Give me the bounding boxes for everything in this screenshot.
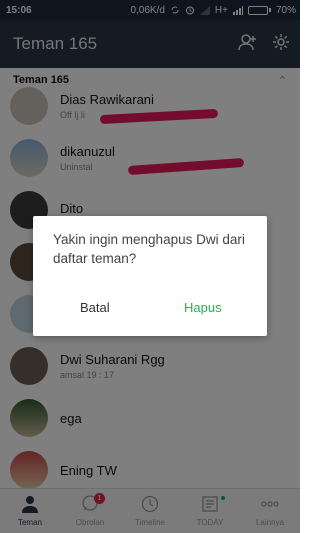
friend-name: Dwi Suharani Rgg <box>60 352 165 367</box>
cancel-button[interactable]: Batal <box>80 300 110 315</box>
list-item[interactable]: ega <box>0 392 300 444</box>
tab-label: Teman <box>17 518 42 527</box>
friend-status: Uninstal <box>60 162 93 172</box>
list-item[interactable]: Dwi Suharani Rgg amsal 19 : 17 <box>0 340 300 392</box>
clock-icon <box>141 495 159 515</box>
delete-button[interactable]: Hapus <box>184 300 222 315</box>
bottom-nav: Teman 1 Obrolan Timeline TODAY Lainnya <box>0 488 300 533</box>
friend-name: Ening TW <box>60 462 117 478</box>
tab-label: Obrolan <box>75 518 105 527</box>
list-item[interactable]: Ening TW <box>0 444 300 488</box>
header-actions <box>238 33 290 56</box>
battery-percent: 70% <box>275 4 296 16</box>
tab-lainnya[interactable]: Lainnya <box>240 489 300 533</box>
network-type: H+ <box>214 4 228 16</box>
friend-name: ega <box>60 410 82 426</box>
signal-icon-2 <box>232 5 243 15</box>
list-item[interactable]: Dias Rawikarani Off lj li <box>0 80 300 132</box>
friend-status: amsal 19 : 17 <box>60 370 115 380</box>
news-icon <box>201 495 219 515</box>
battery-icon <box>247 5 271 15</box>
sync-icon <box>170 5 180 15</box>
dialog-message: Yakin ingin menghapus Dwi dari daftar te… <box>53 232 245 266</box>
signal-icon-1 <box>199 5 210 15</box>
avatar <box>10 139 48 177</box>
person-icon <box>21 495 39 515</box>
status-time: 15:06 <box>6 4 32 16</box>
more-icon <box>260 495 280 515</box>
avatar <box>10 87 48 125</box>
tab-label: TODAY <box>196 518 224 527</box>
new-dot <box>221 496 225 500</box>
avatar <box>10 399 48 437</box>
page-title: Teman 165 <box>13 34 98 53</box>
redaction-scribble <box>127 157 245 176</box>
status-bar: 15:06 0,06K/d H+ 70% <box>0 0 300 20</box>
tab-obrolan[interactable]: 1 Obrolan <box>60 489 120 533</box>
network-speed: 0,06K/d <box>130 4 165 16</box>
tab-teman[interactable]: Teman <box>0 489 60 533</box>
alarm-icon <box>185 5 195 15</box>
tab-label: Lainnya <box>255 518 285 527</box>
status-right: 0,06K/d H+ 70% <box>130 5 296 16</box>
list-item[interactable]: dikanuzul Uninstal <box>0 132 300 184</box>
tab-timeline[interactable]: Timeline <box>120 489 180 533</box>
app-header: Teman 165 <box>0 20 300 68</box>
friend-name: dikanuzul <box>60 144 115 159</box>
friend-name: Dias Rawikarani <box>60 92 154 107</box>
confirm-dialog: Yakin ingin menghapus Dwi dari daftar te… <box>33 216 267 336</box>
tab-today[interactable]: TODAY <box>180 489 240 533</box>
unread-badge: 1 <box>94 493 105 504</box>
avatar <box>10 451 48 488</box>
add-user-icon[interactable] <box>238 33 258 56</box>
gear-icon[interactable] <box>272 33 290 56</box>
tab-label: Timeline <box>135 518 165 527</box>
avatar <box>10 347 48 385</box>
friend-name: Dito <box>60 201 84 216</box>
